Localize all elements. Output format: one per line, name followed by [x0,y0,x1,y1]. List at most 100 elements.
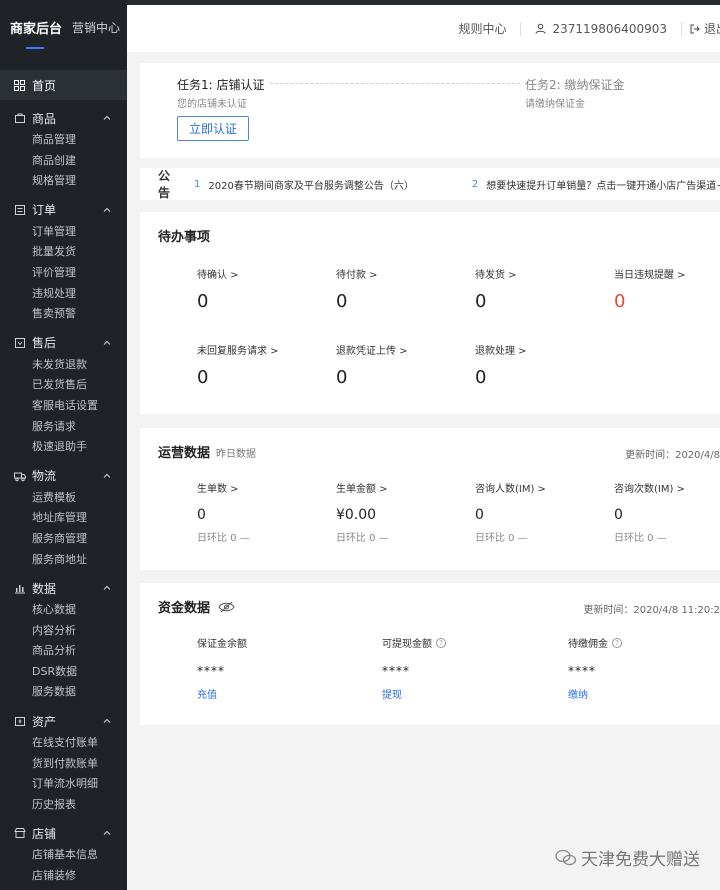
sidebar-item-carrier-manage[interactable]: 服务商管理 [0,529,127,550]
sidebar-item-unshipped-refund[interactable]: 未发货退款 [0,355,127,376]
watermark: 天津免费大赠送 [555,845,700,870]
recharge-link[interactable]: 充值 [197,686,347,701]
todo-item-violation-alert[interactable]: 当日违规提醒 > 0 [614,266,720,312]
sidebar-item-order-flow[interactable]: 订单流水明细 [0,774,127,795]
fund-value-masked: **** [568,664,596,678]
chevron-up-icon [103,207,111,212]
sidebar-item-reviews[interactable]: 评价管理 [0,263,127,284]
sidebar-item-shipped-aftersale[interactable]: 已发货售后 [0,375,127,396]
nav-group-aftersale: 售后 未发货退款 已发货售后 客服电话设置 服务请求 极速退助手 [0,331,127,458]
sidebar-item-batch-ship[interactable]: 批量发货 [0,242,127,263]
sidebar-item-core-data[interactable]: 核心数据 [0,600,127,621]
ops-item-consult-count[interactable]: 咨询次数(IM) > 0 日环比 0 — [614,480,720,544]
withdraw-link[interactable]: 提现 [382,686,532,701]
group-head-products[interactable]: 商品 [0,106,127,130]
group-label: 售后 [32,336,57,351]
todo-item-to-ship[interactable]: 待发货 > 0 [475,266,595,312]
fund-item-deposit: 保证金余额 **** 充值 [197,635,347,701]
sidebar-item-address-book[interactable]: 地址库管理 [0,508,127,529]
help-icon[interactable]: ? [612,637,622,648]
sidebar-item-service-phone[interactable]: 客服电话设置 [0,396,127,417]
ops-title: 运营数据 昨日数据 [158,442,256,461]
group-head-shop[interactable]: 店铺 [0,821,127,845]
group-head-assets[interactable]: 资产 [0,709,127,733]
notice-bar: 公告 1 2020春节期间商家及平台服务调整公告（六） 2 想要快速提升订单销量… [140,168,720,200]
help-icon[interactable]: ? [436,637,446,648]
group-label: 物流 [32,469,57,484]
logout-button[interactable]: 退出 [690,20,720,37]
truck-icon [14,472,26,481]
sidebar-item-order-manage[interactable]: 订单管理 [0,222,127,243]
todo-item-to-pay[interactable]: 待付款 > 0 [336,266,456,312]
sidebar-item-product-analysis[interactable]: 商品分析 [0,641,127,662]
group-head-data[interactable]: 数据 [0,576,127,600]
group-head-logistics[interactable]: 物流 [0,464,127,488]
metric-value: 0 [197,507,206,523]
brand-title[interactable]: 商家后台 [10,18,62,49]
sidebar-item-home[interactable]: 首页 [0,70,127,100]
sidebar-item-history-report[interactable]: 历史报表 [0,795,127,816]
fund-item-withdrawable: 可提现金额? **** 提现 [382,635,532,701]
sidebar-item-service-data[interactable]: 服务数据 [0,682,127,703]
user-icon [535,23,546,34]
notice-number: 2 [471,178,479,190]
sidebar-item-service-request[interactable]: 服务请求 [0,417,127,438]
metric-compare: 日环比 0 — [475,533,528,544]
sidebar-item-content-analysis[interactable]: 内容分析 [0,621,127,642]
fund-label: 可提现金额? [382,635,532,650]
eye-hidden-icon[interactable] [218,601,235,613]
sidebar-item-freight-template[interactable]: 运费模板 [0,488,127,509]
sidebar-item-spec-manage[interactable]: 规格管理 [0,171,127,192]
ops-item-consult-users[interactable]: 咨询人数(IM) > 0 日环比 0 — [475,480,595,544]
sidebar-item-online-bill[interactable]: 在线支付账单 [0,733,127,754]
brand-sub[interactable]: 营销中心 [72,19,120,36]
notice-item[interactable]: 2 想要快速提升订单销量？点击一键开通小店广告渠道~ [472,177,720,192]
bar-chart-icon [15,585,25,594]
ops-item-orders[interactable]: 生单数 > 0 日环比 0 — [197,480,317,544]
nav-group-data: 数据 核心数据 内容分析 商品分析 DSR数据 服务数据 [0,576,127,703]
metric-label: 待发货 > [475,270,517,281]
sidebar-item-product-create[interactable]: 商品创建 [0,151,127,172]
fund-label: 待缴佣金? [568,635,718,650]
todo-item-refund-process[interactable]: 退款处理 > 0 [475,342,595,388]
sidebar-item-sale-alerts[interactable]: 售卖预警 [0,304,127,325]
pay-link[interactable]: 缴纳 [568,686,718,701]
metric-label: 生单数 > [197,484,239,495]
sidebar-item-carrier-address[interactable]: 服务商地址 [0,550,127,571]
notice-label: 公告 [158,169,171,200]
user-id: 237119806400903 [552,21,667,36]
sidebar-item-cod-bill[interactable]: 货到付款账单 [0,754,127,775]
metric-value: 0 [197,367,209,388]
group-label: 商品 [32,111,57,126]
sidebar-item-violations[interactable]: 违规处理 [0,284,127,305]
todo-card: 待办事项 待确认 > 0 待付款 > 0 待发货 > 0 当日违规提醒 > 0 … [140,212,720,414]
nav-group-shop: 店铺 店铺基本信息 店铺装修 [0,821,127,886]
nav-group-products: 商品 商品管理 商品创建 规格管理 [0,106,127,192]
ops-item-amount[interactable]: 生单金额 > ¥0.00 日环比 0 — [336,480,456,544]
metric-value: 0 [614,291,626,312]
notice-text: 想要快速提升订单销量？点击一键开通小店广告渠道~ [486,180,720,192]
metric-compare: 日环比 0 — [614,533,667,544]
sidebar-item-dsr-data[interactable]: DSR数据 [0,662,127,683]
group-head-orders[interactable]: 订单 [0,198,127,222]
todo-item-to-confirm[interactable]: 待确认 > 0 [197,266,317,312]
group-head-aftersale[interactable]: 售后 [0,331,127,355]
chevron-up-icon [103,831,111,836]
todo-item-unreplied-requests[interactable]: 未回复服务请求 > 0 [197,342,317,388]
metric-label: 当日违规提醒 > [614,270,686,281]
user-account[interactable]: 237119806400903 [535,22,667,36]
sidebar-item-shop-decor[interactable]: 店铺装修 [0,866,127,887]
sidebar-item-product-manage[interactable]: 商品管理 [0,130,127,151]
sidebar-item-shop-info[interactable]: 店铺基本信息 [0,845,127,866]
nav-group-orders: 订单 订单管理 批量发货 评价管理 违规处理 售卖预警 [0,198,127,325]
fund-label-text: 待缴佣金 [568,639,608,650]
todo-item-refund-proof[interactable]: 退款凭证上传 > 0 [336,342,456,388]
task1-title: 任务1: 店铺认证 [177,78,265,92]
notice-item[interactable]: 1 2020春节期间商家及平台服务调整公告（六） [194,177,414,192]
group-label: 资产 [32,714,57,729]
rules-center-link[interactable]: 规则中心 [458,20,506,37]
verify-now-button[interactable]: 立即认证 [177,116,249,141]
metric-value: 0 [336,367,348,388]
sidebar-item-fast-refund[interactable]: 极速退助手 [0,437,127,458]
ops-updated-time: 更新时间：2020/4/8 [625,450,720,461]
